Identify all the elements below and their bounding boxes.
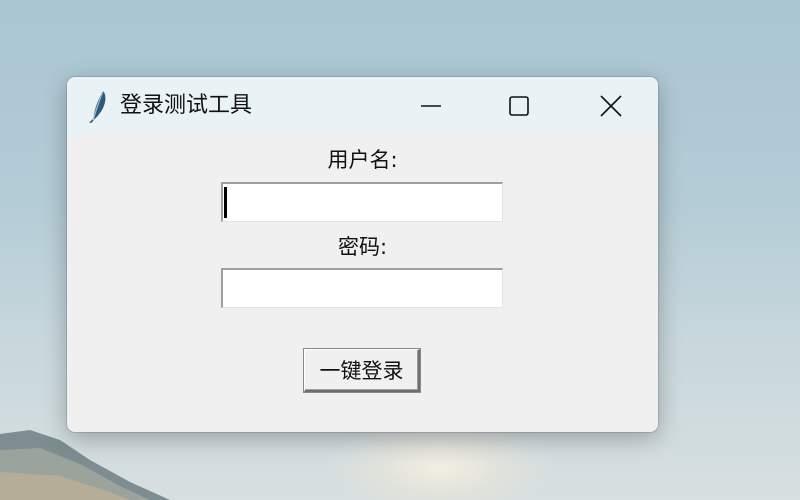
mountain-scenery (0, 430, 170, 500)
login-button[interactable]: 一键登录 (304, 349, 420, 392)
password-input[interactable] (221, 268, 503, 308)
background-glow (330, 420, 550, 500)
minimize-icon (421, 105, 441, 107)
username-input[interactable] (221, 182, 503, 222)
minimize-button[interactable] (387, 77, 475, 135)
maximize-button[interactable] (475, 77, 563, 135)
desktop-background: 登录测试工具 用户名: 密码: 一键登录 (0, 0, 800, 500)
close-button[interactable] (567, 77, 655, 135)
maximize-icon (509, 96, 529, 116)
text-cursor (224, 187, 227, 218)
username-label: 用户名: (327, 148, 398, 172)
window-title: 登录测试工具 (120, 93, 253, 118)
feather-icon (89, 90, 106, 123)
login-window: 登录测试工具 用户名: 密码: 一键登录 (67, 77, 658, 432)
password-label: 密码: (337, 235, 388, 259)
title-bar[interactable]: 登录测试工具 (67, 77, 658, 135)
close-icon (600, 95, 622, 117)
